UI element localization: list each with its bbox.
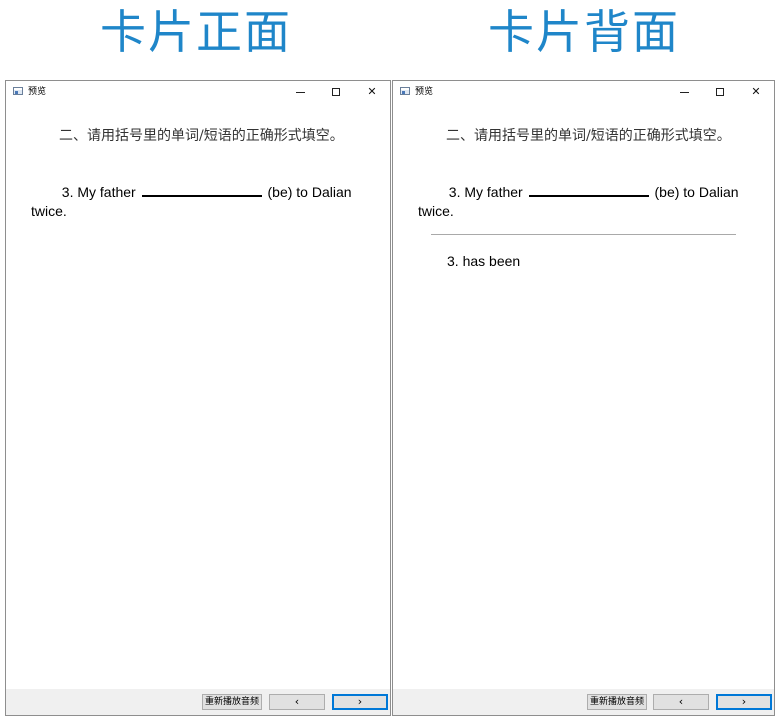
card-content: 二、请用括号里的单词/短语的正确形式填空。 3. My father (be) … bbox=[6, 103, 390, 689]
app-window-icon bbox=[400, 87, 410, 95]
minimize-icon bbox=[295, 91, 305, 93]
front-side-heading: 卡片正面 bbox=[100, 5, 292, 59]
close-button[interactable]: ✕ bbox=[354, 81, 390, 103]
minimize-icon bbox=[679, 91, 689, 93]
preview-window-front: 预览 ✕ 二、请用括号里的单词/短语的正确形式填空。 3. My father … bbox=[5, 80, 391, 716]
answer-blank bbox=[528, 181, 649, 197]
instruction-text: 二、请用括号里的单词/短语的正确形式填空。 bbox=[59, 128, 344, 144]
next-card-button[interactable]: › bbox=[716, 694, 772, 710]
chevron-right-icon: › bbox=[357, 695, 363, 708]
maximize-button[interactable] bbox=[318, 81, 354, 103]
answer-text: 3. has been bbox=[447, 253, 521, 269]
previous-card-button[interactable]: ‹ bbox=[269, 694, 325, 710]
close-button[interactable]: ✕ bbox=[738, 81, 774, 103]
replay-audio-button[interactable]: 重新播放音频 bbox=[202, 694, 262, 710]
app-window-icon bbox=[13, 87, 23, 95]
answer-divider bbox=[431, 234, 736, 235]
chevron-right-icon: › bbox=[741, 695, 747, 708]
next-card-button[interactable]: › bbox=[332, 694, 388, 710]
maximize-icon bbox=[716, 88, 724, 96]
question-start: 3. My father bbox=[61, 184, 140, 200]
replay-audio-button[interactable]: 重新播放音频 bbox=[587, 694, 647, 710]
close-icon: ✕ bbox=[751, 85, 761, 98]
preview-window-back: 预览 ✕ 二、请用括号里的单词/短语的正确形式填空。 3. My father … bbox=[392, 80, 775, 716]
chevron-left-icon: ‹ bbox=[678, 695, 684, 708]
question-text: 3. My father (be) to Dalian twice. bbox=[31, 181, 356, 221]
previous-card-button[interactable]: ‹ bbox=[653, 694, 709, 710]
back-side-heading: 卡片背面 bbox=[488, 5, 680, 59]
window-title: 预览 bbox=[415, 87, 434, 97]
bottom-toolbar: 重新播放音频 ‹ › bbox=[393, 689, 774, 715]
title-bar[interactable]: 预览 ✕ bbox=[6, 81, 390, 103]
close-icon: ✕ bbox=[367, 85, 377, 98]
title-bar[interactable]: 预览 ✕ bbox=[393, 81, 774, 103]
chevron-left-icon: ‹ bbox=[294, 695, 300, 708]
instruction-text: 二、请用括号里的单词/短语的正确形式填空。 bbox=[446, 128, 731, 144]
question-start: 3. My father bbox=[448, 184, 527, 200]
answer-blank bbox=[141, 181, 262, 197]
minimize-button[interactable] bbox=[282, 81, 318, 103]
card-content: 二、请用括号里的单词/短语的正确形式填空。 3. My father (be) … bbox=[393, 103, 774, 689]
question-text: 3. My father (be) to Dalian twice. bbox=[418, 181, 743, 221]
bottom-toolbar: 重新播放音频 ‹ › bbox=[6, 689, 390, 715]
maximize-button[interactable] bbox=[702, 81, 738, 103]
minimize-button[interactable] bbox=[666, 81, 702, 103]
maximize-icon bbox=[332, 88, 340, 96]
window-title: 预览 bbox=[28, 87, 47, 97]
